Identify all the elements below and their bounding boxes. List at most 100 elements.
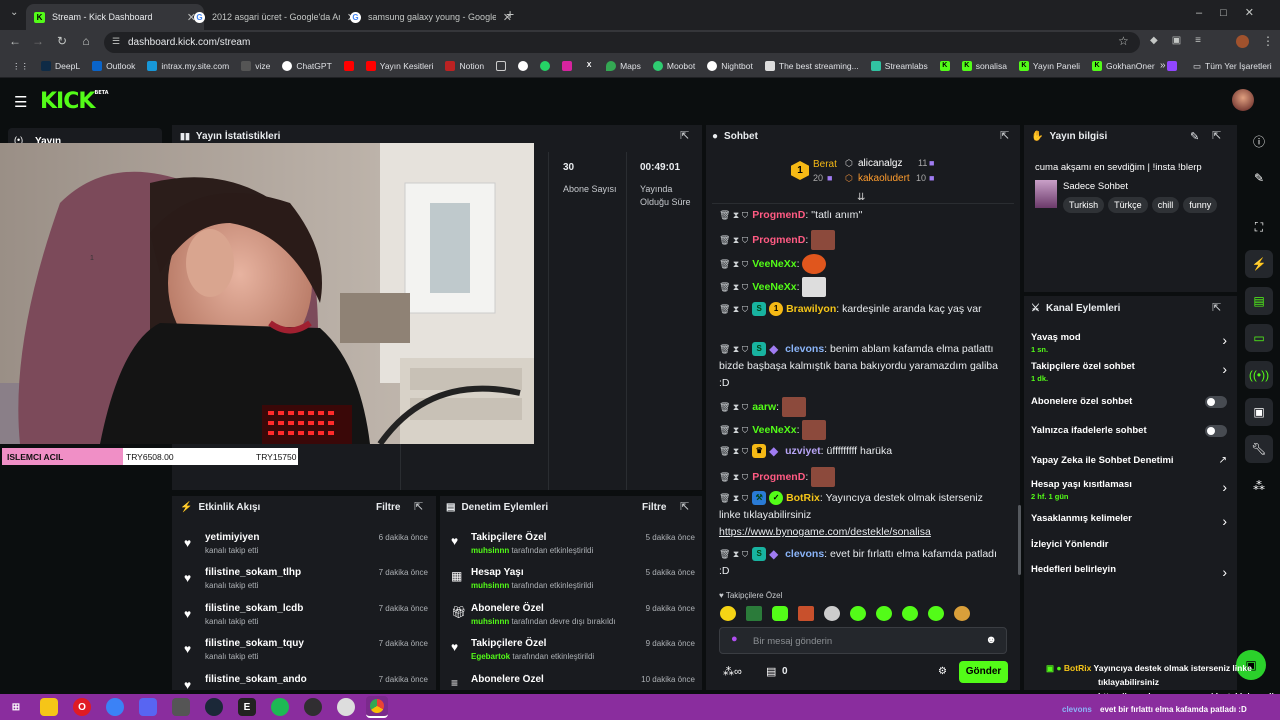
emote[interactable] [746, 606, 762, 621]
followers-only-setting[interactable]: Takipçilere özel sohbet 1 dk. › [1031, 361, 1227, 383]
mod-action-icons[interactable]: 🗑︎ ⧗ ⛉ [719, 259, 748, 269]
popout-icon[interactable]: ⇱ [680, 500, 689, 513]
mod-action-icons[interactable]: 🗑︎ ⧗ ⛉ [719, 304, 748, 314]
mod-action-icons[interactable]: 🗑︎ ⧗ ⛉ [719, 344, 748, 354]
popout-icon[interactable]: ⇱ [680, 129, 689, 142]
opera-icon[interactable]: O [73, 698, 91, 716]
leader-name[interactable]: kakaoludert [858, 173, 910, 184]
home-icon[interactable]: ⌂ [78, 34, 94, 48]
mod-action-icons[interactable]: 🗑︎ ⧗ ⛉ [719, 549, 748, 559]
emote[interactable] [902, 606, 918, 621]
popout-icon[interactable]: ⇱ [1212, 301, 1221, 314]
obs-icon[interactable] [304, 698, 322, 716]
chat-message[interactable]: 🗑︎ ⧗ ⛉ S 1 Brawilyon: kardeşinle aranda k… [719, 301, 999, 318]
chat-input[interactable]: ● Bir mesaj gönderin ☻ [719, 627, 1007, 654]
all-bookmarks[interactable]: ▭ Tüm Yer İşaretleri [1193, 61, 1272, 72]
collapse-leaderboard-icon[interactable]: ⇊ [857, 192, 865, 203]
chat-message[interactable]: 🗑︎ ⧗ ⛉ S ◆ clevons: evet bir fırlattı elm… [719, 546, 999, 580]
app-icon[interactable] [337, 698, 355, 716]
epic-games-icon[interactable]: E [238, 698, 256, 716]
user-avatar[interactable] [1232, 89, 1254, 111]
bookmark-youtube[interactable] [338, 61, 360, 71]
wrench-icon[interactable]: 🔧︎ [1245, 435, 1273, 463]
mod-action-icons[interactable]: 🗑︎ ⧗ ⛉ [719, 446, 748, 456]
reload-icon[interactable]: ↻ [54, 34, 70, 48]
emote[interactable] [876, 606, 892, 621]
chat-message[interactable]: 🗑︎ ⧗ ⛉ S ◆ clevons: benim ablam kafamda e… [719, 341, 999, 392]
document-icon[interactable]: ▤ [1245, 287, 1273, 315]
bookmark-sonalisa[interactable]: Ksonalisa [956, 61, 1013, 71]
hamburger-menu-icon[interactable]: ☰ [14, 93, 27, 111]
emote[interactable] [954, 606, 970, 621]
new-tab-button[interactable]: + [506, 6, 514, 22]
bookmark-folder[interactable] [490, 61, 512, 71]
leader-name[interactable]: Berat [813, 159, 837, 170]
bookmark-intrax[interactable]: intrax.my.site.com [141, 61, 235, 71]
bookmark-star-icon[interactable]: ☆ [1118, 34, 1129, 48]
bookmark-yayin-paneli[interactable]: K Yayın Paneli [1013, 61, 1086, 71]
chat-message[interactable]: 🗑︎ ⧗ ⛉ ProgmenD: [719, 467, 999, 487]
profile-avatar[interactable] [1236, 35, 1249, 48]
apps-icon[interactable]: ⋮⋮ [6, 61, 35, 72]
fullscreen-icon[interactable]: ⛶ [1245, 213, 1273, 241]
tab-google-search-2[interactable]: G samsung galaxy young - Google'da Ara ✕ [342, 4, 520, 30]
chat-icon[interactable]: ▭ [1245, 324, 1273, 352]
event-filter-button[interactable]: Filtre [376, 502, 400, 513]
banned-words-setting[interactable]: Yasaklanmış kelimeler › [1031, 513, 1227, 529]
emote[interactable] [720, 606, 736, 621]
steam-icon[interactable] [205, 698, 223, 716]
chat-message[interactable]: 🗑︎ ⧗ ⛉ ♛ ◆ uzviyet: üfffffffff harüka [719, 443, 999, 460]
stream-info-icon[interactable]: ▣ [1245, 398, 1273, 426]
discord-icon[interactable] [139, 698, 157, 716]
emote[interactable] [850, 606, 866, 621]
bookmark-streamlabs[interactable]: Streamlabs [865, 61, 934, 71]
spotify-icon[interactable] [271, 698, 289, 716]
forward-icon[interactable]: → [30, 34, 46, 48]
chrome-icon[interactable] [366, 696, 388, 718]
popout-icon[interactable]: ⇱ [1000, 129, 1009, 142]
microphone-icon[interactable]: ● [731, 633, 738, 645]
chat-settings-icon[interactable]: ⚙ [938, 666, 947, 677]
app-icon[interactable] [106, 698, 124, 716]
menu-icon[interactable]: ⋮ [1262, 34, 1274, 48]
mod-action-icons[interactable]: 🗑︎ ⧗ ⛉ [719, 402, 748, 412]
emote[interactable] [824, 606, 840, 621]
slow-mode-setting[interactable]: Yavaş mod 1 sn. › [1031, 332, 1227, 354]
extension-icons[interactable]: ◆▣≡ [1150, 35, 1215, 46]
channel-points-icon[interactable]: ⁂∞ [723, 665, 742, 678]
bookmark-moobot[interactable]: Moobot [647, 61, 701, 71]
ai-moderation-setting[interactable]: Yapay Zeka ile Sohbet Denetimi ↗ [1031, 455, 1227, 466]
chat-link[interactable]: https://www.bynogame.com/destekle/sonali… [719, 526, 931, 538]
popout-icon[interactable]: ⇱ [414, 500, 423, 513]
window-controls[interactable]: –□✕ [1196, 6, 1272, 19]
bookmark-gokhanoner[interactable]: K GokhanOner [1086, 61, 1161, 71]
mod-action-icons[interactable]: 🗑︎ ⧗ ⛉ [719, 235, 748, 245]
bookmark-notion[interactable]: Notion [439, 61, 490, 71]
pencil-icon[interactable]: ✎ [1245, 164, 1273, 192]
mod-action-icons[interactable]: 🗑︎ ⧗ ⛉ [719, 425, 748, 435]
bookmark-chatgpt[interactable]: ChatGPT [276, 61, 337, 71]
bookmark-maps[interactable]: Maps [600, 61, 647, 71]
bookmark-instagram[interactable] [556, 61, 578, 71]
subscribers-only-setting[interactable]: Abonelere özel sohbet [1031, 396, 1227, 408]
chat-message[interactable]: 🗑︎ ⧗ ⛉ VeeNeXx: [719, 254, 999, 274]
mod-action-icons[interactable]: 🗑︎ ⧗ ⛉ [719, 472, 748, 482]
bookmark-outlook[interactable]: Outlook [86, 61, 141, 71]
chat-message[interactable]: 🗑︎ ⧗ ⛉ VeeNeXx: [719, 277, 999, 297]
popout-icon[interactable]: ⇱ [1212, 129, 1221, 142]
back-icon[interactable]: ← [7, 34, 23, 48]
tab-search-icon[interactable]: ⌄ [10, 7, 18, 18]
address-bar[interactable]: ☰ dashboard.kick.com/stream [104, 32, 1140, 53]
emoji-icon[interactable]: ☻ [985, 634, 997, 646]
chat-scrollbar[interactable] [1018, 505, 1021, 575]
chat-message[interactable]: 🗑︎ ⧗ ⛉ ProgmenD: ''tatlı anım'' [719, 207, 999, 224]
tab-google-search-1[interactable]: G 2012 asgari ücret - Google'da Ara ✕ [186, 4, 364, 30]
bookmark-whatsapp[interactable] [534, 61, 556, 71]
chat-message[interactable]: 🗑︎ ⧗ ⛉ aarw: [719, 397, 999, 417]
windows-start-icon[interactable]: ⊞ [7, 698, 25, 716]
bookmark-nightbot[interactable]: Nightbot [701, 61, 759, 71]
info-icon[interactable]: ⓘ [1245, 127, 1273, 155]
bookmark-yayin-kesitleri[interactable]: Yayın Kesitleri [360, 61, 440, 71]
edit-icon[interactable]: ✎ [1190, 130, 1199, 143]
bookmark-x[interactable]: X [578, 61, 600, 71]
